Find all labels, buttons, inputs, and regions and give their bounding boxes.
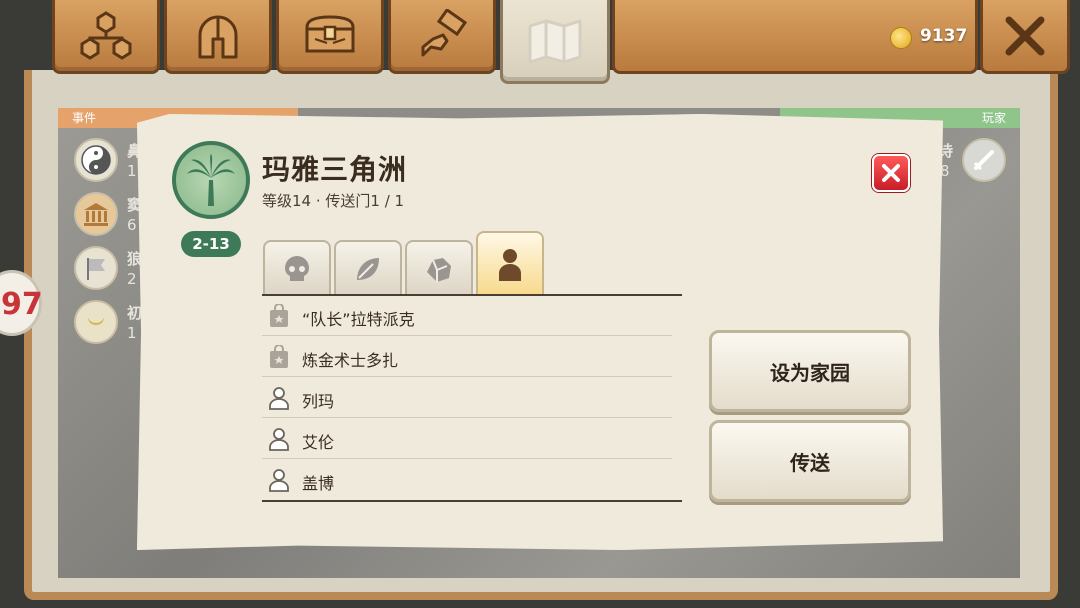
fragment-text: 1 xyxy=(127,162,137,180)
npc-row[interactable]: 列玛 xyxy=(262,378,672,418)
treasure-chest-icon xyxy=(305,14,355,52)
person-outline-icon xyxy=(269,428,289,451)
tab-equipment[interactable] xyxy=(164,0,272,74)
location-info: 等级14 · 传送门1 / 1 xyxy=(262,192,405,210)
shop-bag-icon xyxy=(270,345,288,368)
skull-icon xyxy=(285,256,309,281)
tab-skill-tree[interactable] xyxy=(52,0,160,74)
fragment-text: 初 xyxy=(127,304,143,322)
tab-gathering[interactable] xyxy=(334,240,402,296)
npc-row[interactable]: “队长”拉特派克 xyxy=(262,296,672,336)
set-home-button[interactable]: 设为家园 xyxy=(709,330,911,412)
fragment-text: 2 xyxy=(127,270,137,288)
edge-badge-number: 97 xyxy=(1,287,43,322)
fragment-text: 6 xyxy=(127,216,137,234)
skill-tree-icon xyxy=(80,10,132,60)
npc-name: 盖博 xyxy=(302,474,335,493)
flag-icon[interactable] xyxy=(74,246,118,290)
temple-icon[interactable] xyxy=(74,192,118,236)
person-icon xyxy=(499,248,521,281)
tab-inventory[interactable] xyxy=(276,0,384,74)
crescent-moon-icon[interactable] xyxy=(74,300,118,344)
dialog-close-button[interactable] xyxy=(872,154,910,192)
coin-icon xyxy=(890,27,912,49)
npc-name: “队长”拉特派克 xyxy=(302,310,415,329)
level-range-badge: 2-13 xyxy=(181,231,241,257)
close-icon xyxy=(882,164,900,182)
npc-row[interactable]: 炼金术士多扎 xyxy=(262,337,672,377)
close-window-button[interactable] xyxy=(980,0,1070,74)
npc-row[interactable]: 艾伦 xyxy=(262,419,672,459)
map-icon xyxy=(528,19,582,63)
npc-name: 列玛 xyxy=(302,392,335,411)
location-title: 玛雅三角洲 xyxy=(262,153,408,186)
tab-monsters[interactable] xyxy=(263,240,331,296)
shop-bag-icon xyxy=(270,304,288,327)
person-outline-icon xyxy=(269,469,289,492)
teleport-button[interactable]: 传送 xyxy=(709,420,911,502)
yin-yang-icon[interactable] xyxy=(74,138,118,182)
tab-map[interactable] xyxy=(500,0,610,84)
close-icon xyxy=(1005,16,1045,55)
tab-mining[interactable] xyxy=(405,240,473,296)
tab-crafting[interactable] xyxy=(388,0,496,74)
leaf-icon xyxy=(357,258,379,280)
coin-amount: 9137 xyxy=(920,26,968,46)
person-outline-icon xyxy=(269,387,289,410)
npc-name: 艾伦 xyxy=(302,433,335,452)
sword-icon[interactable] xyxy=(962,138,1006,182)
tab-npcs[interactable] xyxy=(476,231,544,296)
fragment-text: 1 xyxy=(127,324,137,342)
npc-name: 炼金术士多扎 xyxy=(302,351,399,370)
palm-tree-icon xyxy=(172,141,250,219)
list-divider xyxy=(262,500,682,502)
ore-icon xyxy=(427,258,451,282)
npc-row[interactable]: 盖博 xyxy=(262,460,672,500)
crafting-hammer-icon xyxy=(421,8,468,56)
helmet-icon xyxy=(198,15,238,58)
top-tab-bar: 9137 xyxy=(0,0,1080,84)
